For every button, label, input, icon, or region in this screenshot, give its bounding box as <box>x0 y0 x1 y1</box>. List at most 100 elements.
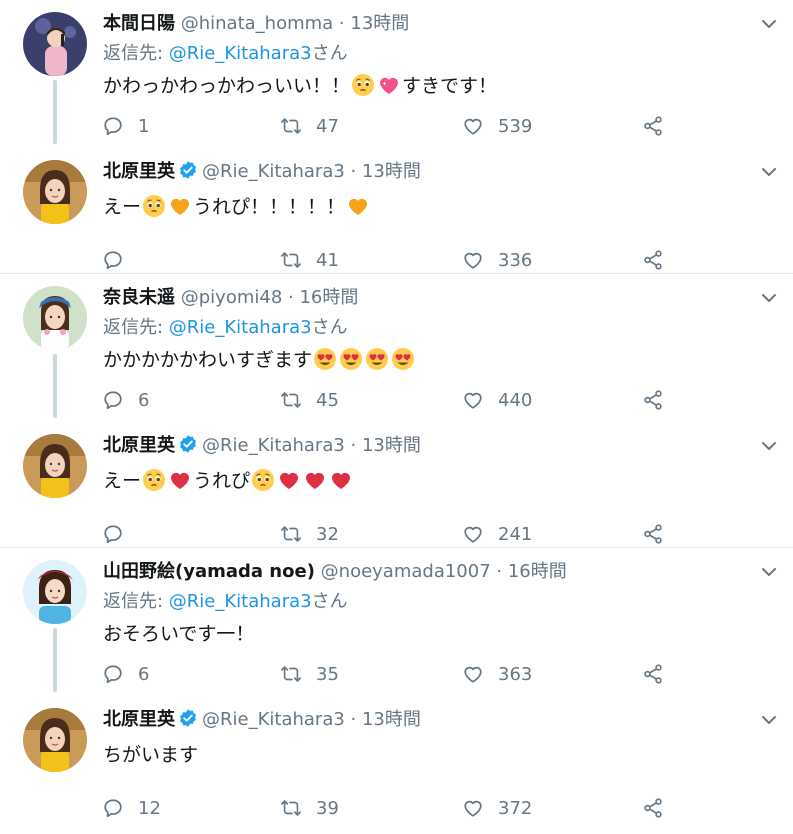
reply-button[interactable]: 6 <box>102 385 149 415</box>
user-handle[interactable]: @noeyamada1007 <box>321 561 491 582</box>
red-heart-emoji-icon <box>329 468 353 492</box>
retweet-icon <box>280 389 316 411</box>
separator-dot: · <box>282 287 300 308</box>
retweet-button[interactable]: 35 <box>280 659 339 689</box>
share-button[interactable] <box>642 519 678 549</box>
pleading-emoji-icon <box>142 468 166 492</box>
retweet-button[interactable]: 41 <box>280 245 339 275</box>
retweets-count: 35 <box>316 663 339 685</box>
tweet-text: えー うれぴ <box>103 466 354 496</box>
avatar[interactable] <box>23 708 87 772</box>
retweets-count: 32 <box>316 523 339 545</box>
reply-tweet: 奈良未遥 @piyomi48 · 16時間 返信先: @Rie_Kitahara3… <box>0 274 793 418</box>
verified-badge-icon <box>178 160 198 180</box>
reply-suffix: さん <box>311 43 348 64</box>
reply-button[interactable]: 1 <box>102 111 149 141</box>
text-segment: すきです！ <box>402 75 498 97</box>
mention-link[interactable]: @Rie_Kitahara3 <box>169 591 312 612</box>
retweets-count: 47 <box>316 115 339 137</box>
thread-divider <box>0 273 793 274</box>
tweet-header: 本間日陽 @hinata_homma · 13時間 <box>103 10 409 38</box>
user-handle[interactable]: @piyomi48 <box>181 287 283 308</box>
share-button[interactable] <box>642 245 678 275</box>
reply-button[interactable]: 12 <box>102 793 161 823</box>
chevron-down-icon[interactable] <box>759 562 779 582</box>
retweet-button[interactable]: 39 <box>280 793 339 823</box>
retweet-button[interactable]: 45 <box>280 385 339 415</box>
reply-button[interactable] <box>102 519 138 549</box>
avatar[interactable] <box>23 560 87 624</box>
retweet-icon <box>280 523 316 545</box>
avatar[interactable] <box>23 160 87 224</box>
like-button[interactable]: 539 <box>462 111 532 141</box>
retweet-button[interactable]: 47 <box>280 111 339 141</box>
reply-button[interactable]: 6 <box>102 659 149 689</box>
share-icon <box>642 249 678 271</box>
like-button[interactable]: 440 <box>462 385 532 415</box>
likes-count: 539 <box>498 115 533 137</box>
display-name[interactable]: 北原里英 <box>103 435 175 456</box>
like-button[interactable]: 241 <box>462 519 532 549</box>
like-heart-icon <box>462 523 498 545</box>
reply-button[interactable] <box>102 245 138 275</box>
timestamp[interactable]: 13時間 <box>362 709 421 730</box>
pleading-emoji-icon <box>351 73 375 97</box>
timestamp[interactable]: 16時間 <box>299 287 358 308</box>
display-name[interactable]: 山田野絵(yamada noe) <box>103 561 315 582</box>
share-icon <box>642 389 678 411</box>
replies-count: 6 <box>138 663 150 685</box>
share-icon <box>642 663 678 685</box>
like-button[interactable]: 336 <box>462 245 532 275</box>
reply-icon <box>102 663 138 685</box>
avatar[interactable] <box>23 12 87 76</box>
display-name[interactable]: 北原里英 <box>103 161 175 182</box>
chevron-down-icon[interactable] <box>759 162 779 182</box>
reply-tweet: 山田野絵(yamada noe) @noeyamada1007 · 16時間 返信… <box>0 548 793 692</box>
mention-link[interactable]: @Rie_Kitahara3 <box>169 43 312 64</box>
share-button[interactable] <box>642 385 678 415</box>
text-segment: かかかかかわいすぎます <box>103 349 313 371</box>
like-heart-icon <box>462 389 498 411</box>
display-name[interactable]: 奈良未遥 <box>103 287 175 308</box>
replies-count: 6 <box>138 389 150 411</box>
timestamp[interactable]: 13時間 <box>362 161 421 182</box>
share-button[interactable] <box>642 111 678 141</box>
chevron-down-icon[interactable] <box>759 436 779 456</box>
user-handle[interactable]: @Rie_Kitahara3 <box>202 161 345 182</box>
timestamp[interactable]: 16時間 <box>508 561 567 582</box>
display-name[interactable]: 北原里英 <box>103 709 175 730</box>
tweet-text: えー うれぴ！！！！！ <box>103 192 371 222</box>
chevron-down-icon[interactable] <box>759 710 779 730</box>
reply-icon <box>102 249 138 271</box>
chevron-down-icon[interactable] <box>759 14 779 34</box>
avatar[interactable] <box>23 286 87 350</box>
chevron-down-icon[interactable] <box>759 288 779 308</box>
separator-dot: · <box>344 709 362 730</box>
like-heart-icon <box>462 249 498 271</box>
user-handle[interactable]: @hinata_homma <box>181 13 333 34</box>
retweets-count: 39 <box>316 797 339 819</box>
reply-suffix: さん <box>311 591 348 612</box>
retweet-button[interactable]: 32 <box>280 519 339 549</box>
orange-heart-emoji-icon <box>168 194 192 218</box>
like-heart-icon <box>462 797 498 819</box>
red-heart-emoji-icon <box>168 468 192 492</box>
timestamp[interactable]: 13時間 <box>350 13 409 34</box>
share-button[interactable] <box>642 659 678 689</box>
timestamp[interactable]: 13時間 <box>362 435 421 456</box>
user-handle[interactable]: @Rie_Kitahara3 <box>202 709 345 730</box>
text-segment: えー <box>103 470 142 492</box>
answer-tweet: 北原里英 @Rie_Kitahara3 · 13時間 ちがいます 12 39 372 <box>0 696 793 826</box>
red-heart-emoji-icon <box>303 468 327 492</box>
tweet-actions: 32 241 <box>100 519 690 549</box>
tweet-header: 北原里英 @Rie_Kitahara3 · 13時間 <box>103 706 421 734</box>
user-handle[interactable]: @Rie_Kitahara3 <box>202 435 345 456</box>
mention-link[interactable]: @Rie_Kitahara3 <box>169 317 312 338</box>
thread-connector-line <box>53 354 57 418</box>
avatar[interactable] <box>23 434 87 498</box>
like-button[interactable]: 372 <box>462 793 532 823</box>
like-button[interactable]: 363 <box>462 659 532 689</box>
share-button[interactable] <box>642 793 678 823</box>
reply-tweet: 本間日陽 @hinata_homma · 13時間 返信先: @Rie_Kitah… <box>0 0 793 144</box>
display-name[interactable]: 本間日陽 <box>103 13 175 34</box>
